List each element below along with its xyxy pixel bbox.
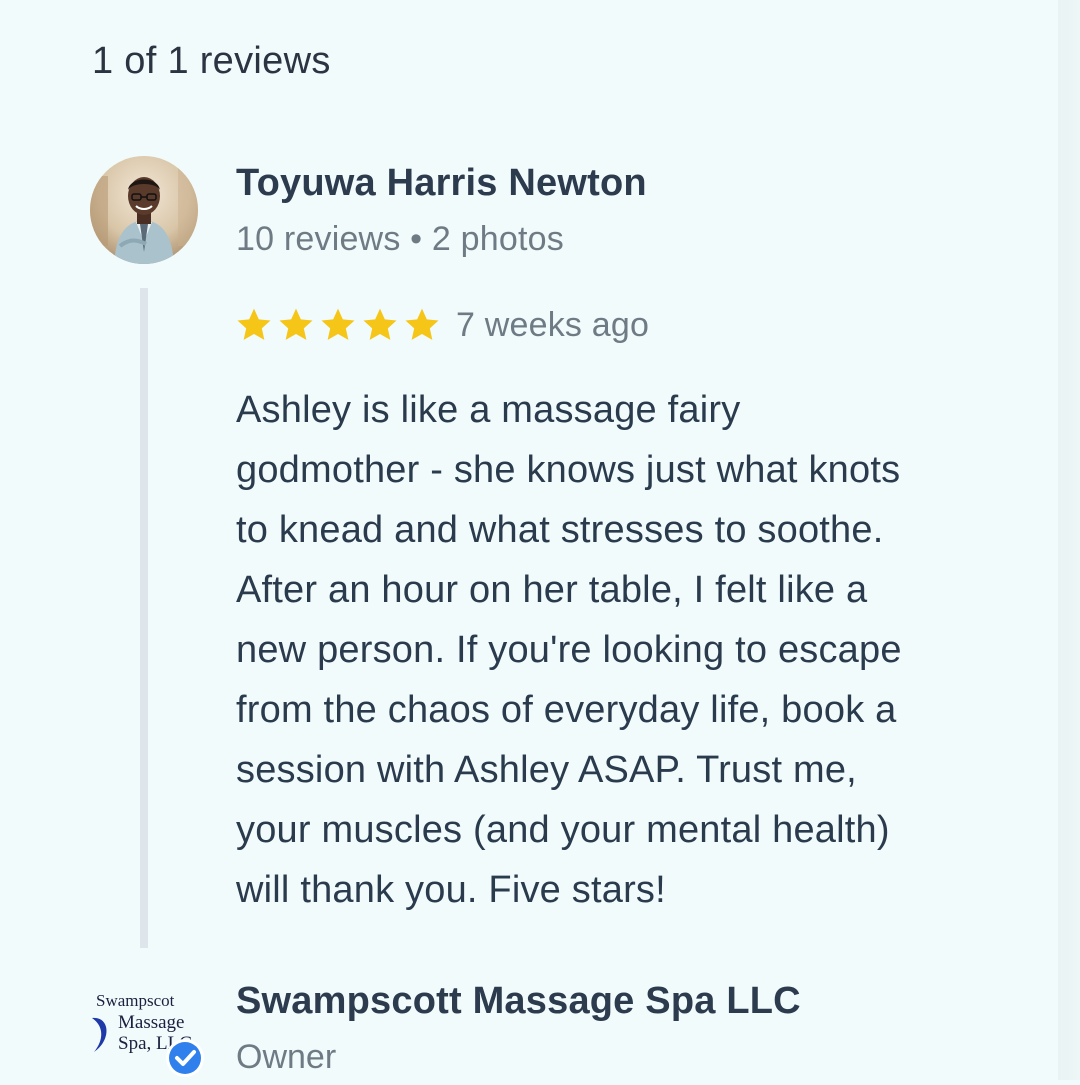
review-text-line: will thank you. Five stars! <box>236 869 666 911</box>
review-text-line: session with Ashley ASAP. Trust me, <box>236 749 857 791</box>
logo-line-2: Massage <box>118 1012 184 1033</box>
review-text-line: to knead and what stresses to soothe. <box>236 509 884 551</box>
review-count-header: 1 of 1 reviews <box>92 40 331 82</box>
reviewer-name[interactable]: Toyuwa Harris Newton <box>236 162 647 205</box>
owner-role: Owner <box>236 1038 337 1076</box>
review-text-line: new person. If you're looking to escape <box>236 629 902 671</box>
star-rating <box>234 305 442 345</box>
review-text: Ashley is like a massage fairy godmother… <box>236 380 1006 920</box>
logo-line-1: Swampscot <box>96 991 175 1010</box>
scroll-edge <box>1058 0 1080 1080</box>
star-icon <box>363 308 397 340</box>
rating-row: 7 weeks ago <box>234 302 649 348</box>
review-text-line: Ashley is like a massage fairy <box>236 389 741 431</box>
owner-name[interactable]: Swampscott Massage Spa LLC <box>236 980 801 1023</box>
star-icon <box>237 308 271 340</box>
star-icon <box>279 308 313 340</box>
star-icon <box>321 308 355 340</box>
verified-check-icon <box>169 1042 201 1074</box>
review-time: 7 weeks ago <box>456 305 650 344</box>
review-text-line: your muscles (and your mental health) <box>236 809 890 851</box>
reviewer-avatar[interactable] <box>90 156 198 264</box>
review-thread-divider <box>140 288 148 948</box>
review-text-line: from the chaos of everyday life, book a <box>236 689 897 731</box>
star-icon <box>405 308 439 340</box>
business-logo-icon: Swampscot Massage Spa, LLC <box>92 991 204 1077</box>
reviewer-meta: 10 reviews • 2 photos <box>236 220 564 258</box>
owner-logo[interactable]: Swampscot Massage Spa, LLC <box>88 990 212 1080</box>
person-photo-icon <box>90 156 198 264</box>
review-text-line: After an hour on her table, I felt like … <box>236 569 868 611</box>
review-text-line: godmother - she knows just what knots <box>236 449 901 491</box>
